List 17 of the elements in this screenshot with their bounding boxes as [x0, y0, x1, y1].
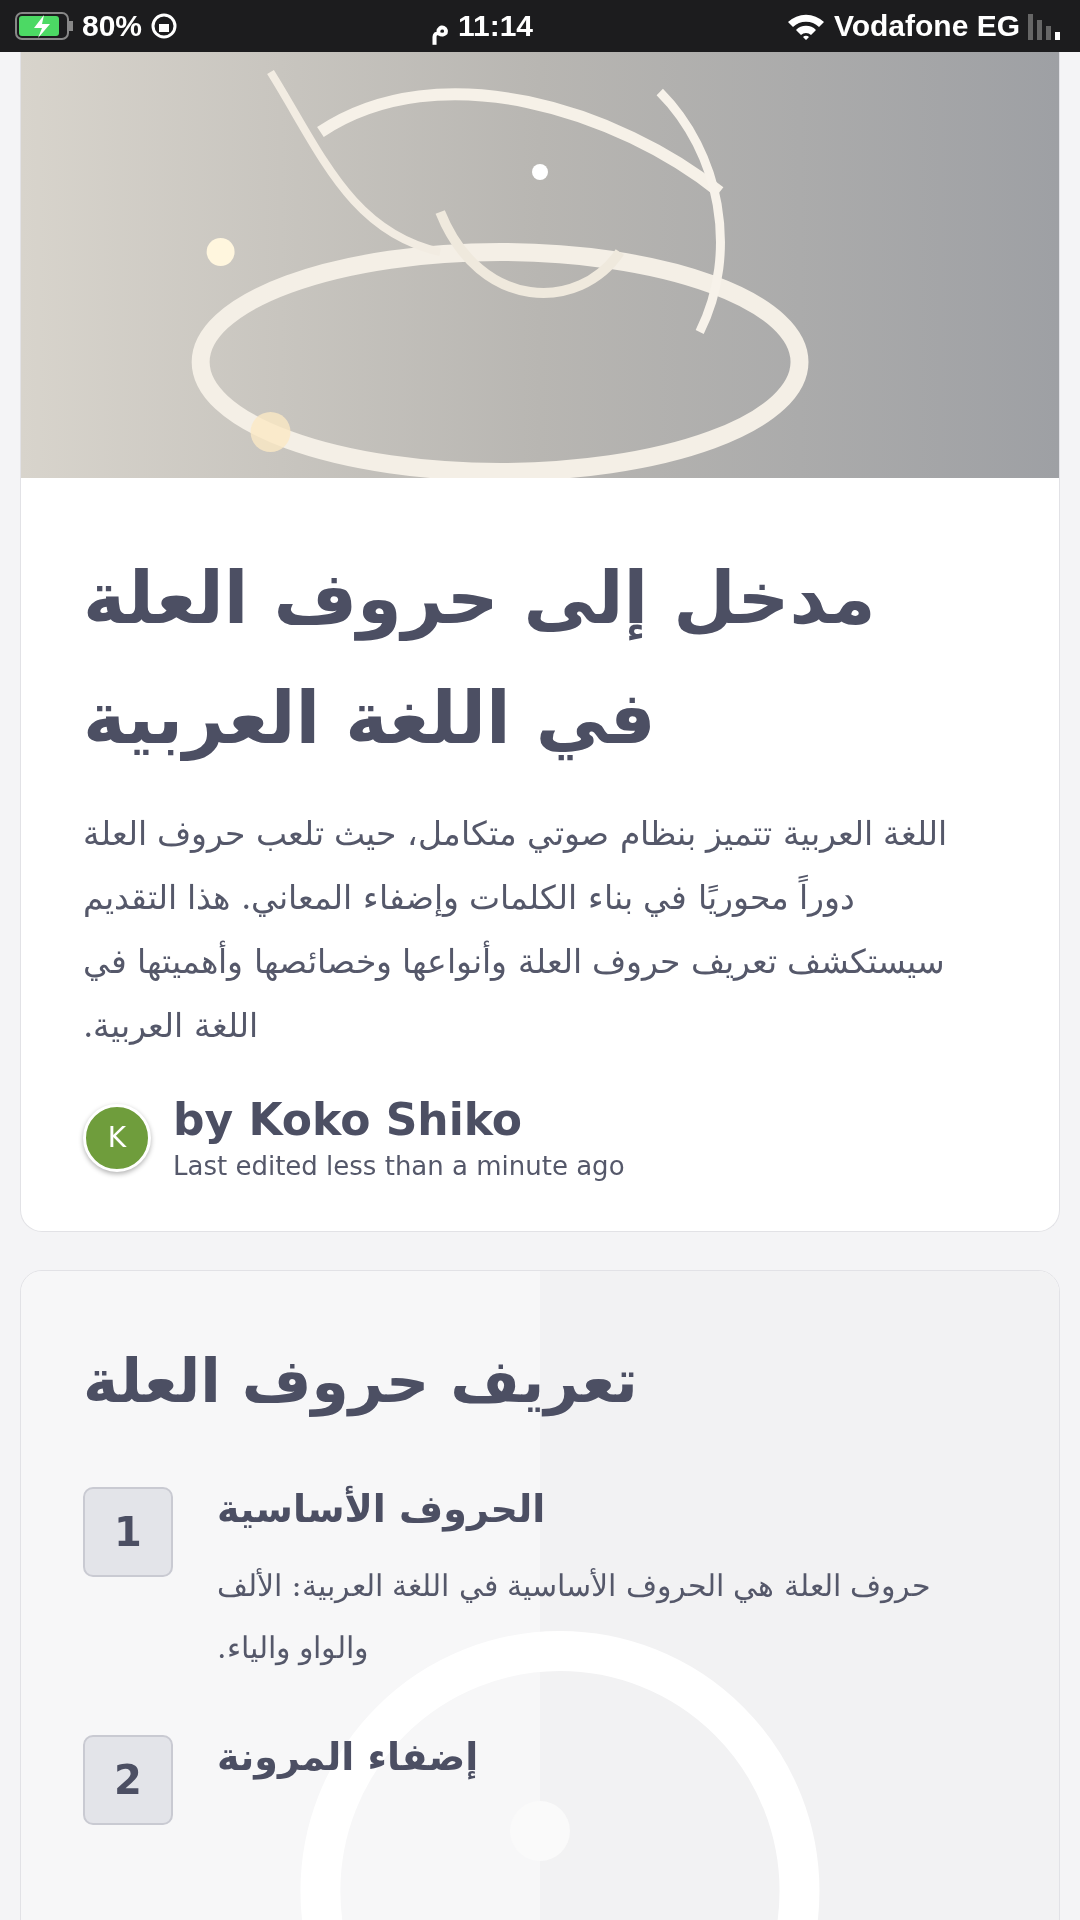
step-number: 2	[83, 1735, 173, 1825]
step-title: الحروف الأساسية	[217, 1487, 547, 1531]
intro-paragraph: اللغة العربية تتميز بنظام صوتي متكامل، حيث تلعب حروف العلة دوراً محوريًا في بناء الكلمات وإضفاء المعاني. هذا التقديم سيستكشف تعريف حروف العلة وأنواعها وخصائصها وأهميتها في اللغة العربية.	[83, 813, 949, 1047]
last-edited-text: Last edited less than a minute ago	[173, 1151, 625, 1181]
step-title: إضفاء المرونة	[217, 1735, 479, 1779]
presentation-title: مدخل إلى حروف العلة في اللغة العربية	[83, 555, 877, 763]
battery-percentage: 80%	[82, 9, 143, 43]
step-text: حروف العلة هي الحروف الأساسية في اللغة العربية: الألف والواو والياء.	[217, 1567, 933, 1668]
time-suffix: م	[430, 8, 450, 44]
rotation-lock-icon	[150, 12, 179, 40]
step-number: 1	[83, 1487, 173, 1577]
clock-time: 11:14	[457, 9, 533, 43]
battery-icon	[14, 11, 74, 41]
carrier-name: Vodafone EG	[833, 9, 1020, 43]
signal-icon	[1028, 12, 1062, 40]
section-title: تعريف حروف العلة	[83, 1345, 639, 1419]
author-name: by Koko Shiko	[173, 1094, 524, 1145]
